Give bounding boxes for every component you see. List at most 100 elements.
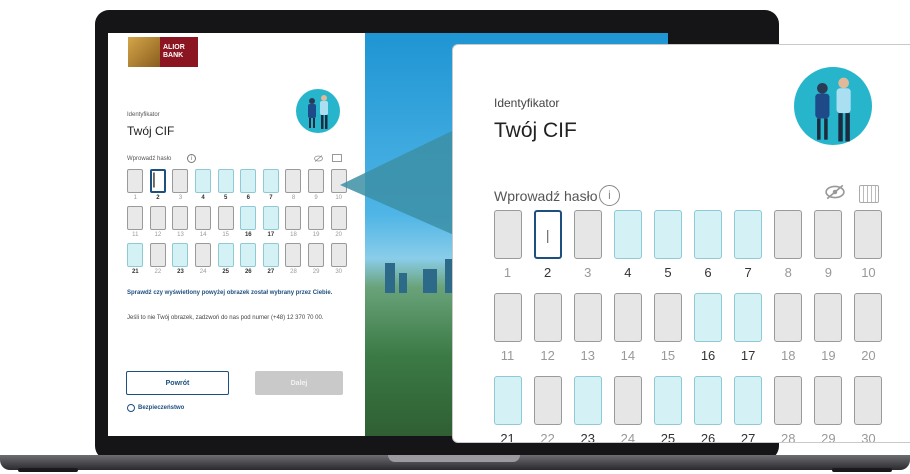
- password-char-input[interactable]: [653, 210, 682, 259]
- password-position-number: 15: [660, 348, 676, 363]
- password-position-number: 11: [500, 348, 515, 363]
- password-char-input: [573, 210, 602, 259]
- password-position-number: 19: [821, 348, 836, 363]
- password-char-input: [533, 376, 562, 425]
- password-char-input[interactable]: [613, 210, 642, 259]
- password-cell: 17: [734, 293, 763, 363]
- password-cell: 3: [573, 210, 602, 280]
- password-position-number: 22: [540, 431, 555, 443]
- password-cell: 5: [653, 210, 682, 280]
- identifier-value: Twój CIF: [494, 119, 577, 142]
- password-char-input: [613, 293, 642, 342]
- info-icon[interactable]: i: [599, 185, 620, 206]
- password-char-input: [613, 376, 642, 425]
- password-cell: | 2: [533, 210, 562, 280]
- password-position-number: 8: [784, 265, 792, 280]
- password-position-number: 28: [781, 431, 796, 443]
- password-position-number: 10: [861, 265, 876, 280]
- password-position-number: 20: [861, 348, 876, 363]
- password-cell: 10: [854, 210, 883, 280]
- password-cell: 7: [734, 210, 763, 280]
- eye-slash-icon[interactable]: [825, 184, 845, 205]
- password-grid: 1 | 2 3 4 5 6 7 8 9 10 11 12 13 14 15 16 17 18 19 20 21 22 23 24…: [493, 210, 883, 443]
- password-char-input: [854, 210, 883, 259]
- password-cell: 28: [774, 376, 803, 443]
- password-position-number: 5: [664, 265, 672, 280]
- password-cell: 29: [814, 376, 843, 443]
- password-position-number: 26: [700, 431, 716, 443]
- password-cell: 22: [533, 376, 562, 443]
- password-cell: 20: [854, 293, 883, 363]
- password-cell: 4: [613, 210, 642, 280]
- password-char-input[interactable]: [734, 376, 763, 425]
- password-position-number: 30: [861, 431, 876, 443]
- password-cell: 27: [734, 376, 763, 443]
- password-cell: 9: [814, 210, 843, 280]
- password-cell: 12: [533, 293, 562, 363]
- password-cell: 8: [774, 210, 803, 280]
- password-position-number: 1: [503, 265, 512, 280]
- password-cell: 19: [814, 293, 843, 363]
- password-cell: 16: [694, 293, 723, 363]
- password-position-number: 27: [740, 431, 756, 443]
- password-char-input: [493, 210, 522, 259]
- password-position-number: 4: [624, 265, 632, 280]
- password-char-input: [854, 376, 883, 425]
- password-char-input[interactable]: [694, 376, 723, 425]
- password-position-number: 6: [704, 265, 712, 280]
- password-cell: 26: [694, 376, 723, 443]
- couple-illustration: [815, 77, 851, 142]
- password-cell: 15: [653, 293, 682, 363]
- password-cell: 23: [573, 376, 602, 443]
- password-cell: 24: [613, 376, 642, 443]
- password-cell: 25: [653, 376, 682, 443]
- password-position-number: 7: [744, 265, 752, 280]
- password-char-input[interactable]: [573, 376, 602, 425]
- password-char-input: [814, 293, 843, 342]
- password-char-input[interactable]: [653, 376, 682, 425]
- password-char-input[interactable]: [694, 210, 723, 259]
- password-position-number: 16: [700, 348, 716, 363]
- password-char-input: [533, 293, 562, 342]
- password-char-input[interactable]: [694, 293, 723, 342]
- zoomed-password-card: Identyfikator Twój CIF Wprowadź hasło i …: [452, 44, 910, 443]
- password-char-input: [814, 210, 843, 259]
- password-char-input[interactable]: [734, 293, 763, 342]
- password-position-number: 21: [500, 431, 515, 443]
- password-position-number: 2: [544, 265, 552, 280]
- password-position-number: 14: [620, 348, 636, 363]
- password-char-input: [653, 293, 682, 342]
- password-char-input[interactable]: [493, 376, 522, 425]
- user-avatar-illustration: [794, 67, 872, 145]
- password-char-input: [774, 376, 803, 425]
- password-char-input: [493, 293, 522, 342]
- identifier-label: Identyfikator: [494, 96, 560, 110]
- password-char-input: [774, 210, 803, 259]
- password-char-input[interactable]: |: [533, 210, 562, 259]
- password-position-number: 24: [620, 431, 636, 443]
- keyboard-icon[interactable]: [859, 185, 879, 203]
- password-position-number: 9: [824, 265, 832, 280]
- password-cell: 14: [613, 293, 642, 363]
- password-position-number: 18: [781, 348, 796, 363]
- password-cell: 1: [493, 210, 522, 280]
- password-cell: 30: [854, 376, 883, 443]
- password-position-number: 3: [584, 265, 592, 280]
- password-char-input: [774, 293, 803, 342]
- password-char-input: [854, 293, 883, 342]
- password-position-number: 23: [580, 431, 595, 443]
- password-position-number: 29: [821, 431, 836, 443]
- password-char-input: [573, 293, 602, 342]
- password-cell: 18: [774, 293, 803, 363]
- password-cell: 6: [694, 210, 723, 280]
- password-cell: 13: [573, 293, 602, 363]
- password-char-input[interactable]: [734, 210, 763, 259]
- password-position-number: 12: [540, 348, 555, 363]
- password-position-number: 17: [740, 348, 756, 363]
- password-cell: 21: [493, 376, 522, 443]
- password-position-number: 13: [580, 348, 595, 363]
- password-cell: 11: [493, 293, 522, 363]
- text-caret: |: [545, 226, 550, 243]
- password-position-number: 25: [660, 431, 676, 443]
- password-label: Wprowadź hasło: [494, 188, 598, 204]
